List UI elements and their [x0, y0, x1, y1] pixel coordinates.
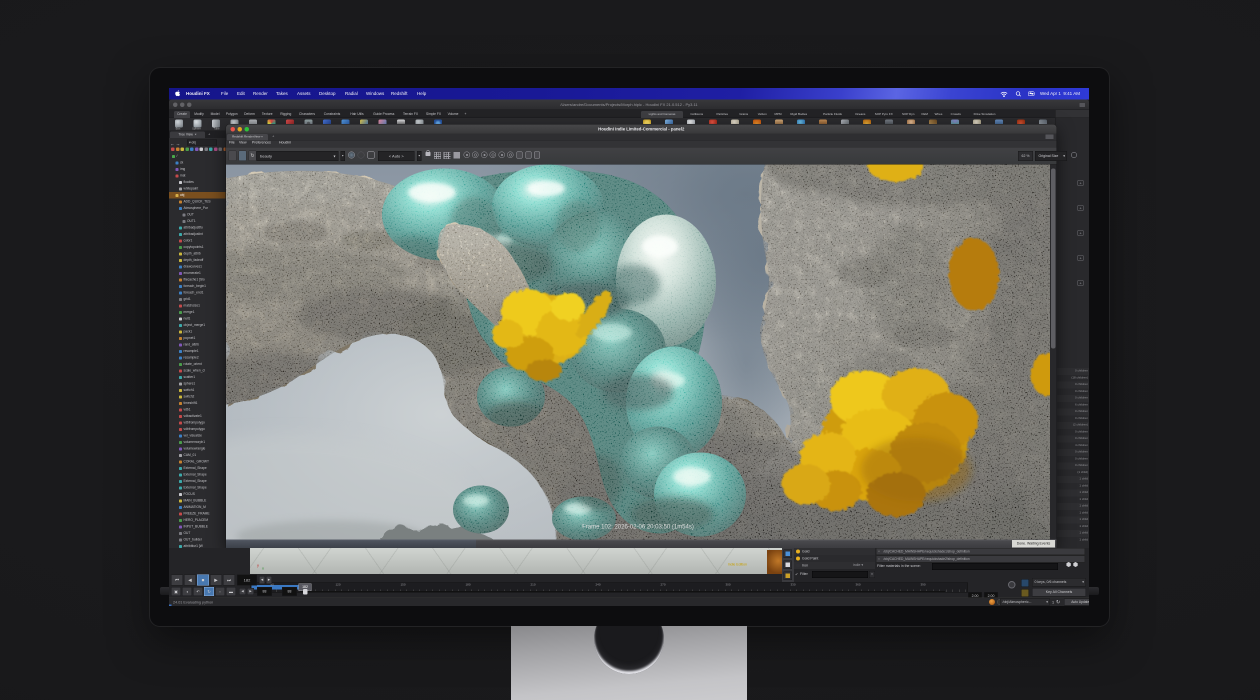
- svg-text:Frame 102: 2026-02-06 20:03:50: Frame 102: 2026-02-06 20:03:50 (1m54s): [582, 525, 694, 531]
